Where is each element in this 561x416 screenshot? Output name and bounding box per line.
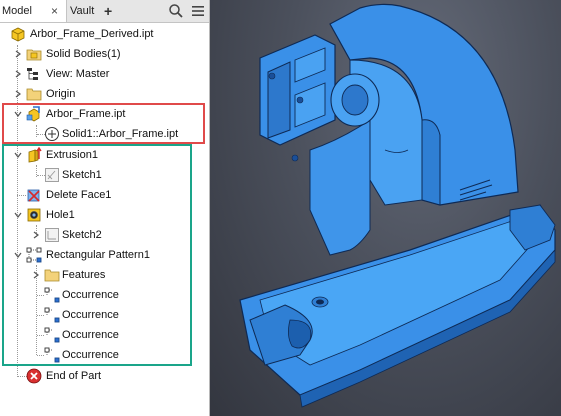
tree-item-label: Origin (46, 88, 76, 100)
tree-item-label: View: Master (46, 68, 110, 80)
solid-bodies-folder-icon (26, 49, 42, 61)
graphics-viewport[interactable] (210, 0, 561, 416)
end-of-part-icon (26, 368, 42, 384)
tab-model[interactable]: Model × (0, 0, 67, 22)
derived-part-highlight-box (2, 103, 205, 144)
features-highlight-box (2, 144, 192, 366)
arbor-frame-3d-model[interactable] (210, 0, 561, 416)
tree-item-solid-bodies[interactable]: Solid Bodies(1) (0, 44, 209, 64)
chevron-right-icon[interactable] (14, 70, 22, 78)
folder-icon (26, 88, 42, 101)
browser-tabbar: Model × Vault + (0, 0, 209, 23)
tree-item-label: Arbor_Frame_Derived.ipt (30, 28, 154, 40)
chevron-right-icon[interactable] (14, 90, 22, 98)
tree-item-origin[interactable]: Origin (0, 84, 209, 104)
tree-item-label: End of Part (46, 370, 102, 382)
tab-model-label: Model (2, 5, 32, 17)
tree-item-root[interactable]: Arbor_Frame_Derived.ipt (0, 24, 209, 44)
search-icon[interactable] (168, 3, 184, 19)
hamburger-menu-icon[interactable] (190, 3, 206, 19)
chevron-right-icon[interactable] (14, 50, 22, 58)
close-tab-icon[interactable]: × (51, 0, 58, 22)
tab-vault[interactable]: Vault (70, 0, 94, 22)
model-browser: Model × Vault + Arbor_Frame_Derived.ipt (0, 0, 210, 416)
tree-item-view-master[interactable]: View: Master (0, 64, 209, 84)
tree-item-end-of-part[interactable]: End of Part (0, 366, 209, 386)
part-file-icon (11, 27, 25, 42)
view-rep-icon (27, 68, 38, 80)
add-tab-button[interactable]: + (104, 0, 112, 22)
tree-item-label: Solid Bodies(1) (46, 48, 121, 60)
